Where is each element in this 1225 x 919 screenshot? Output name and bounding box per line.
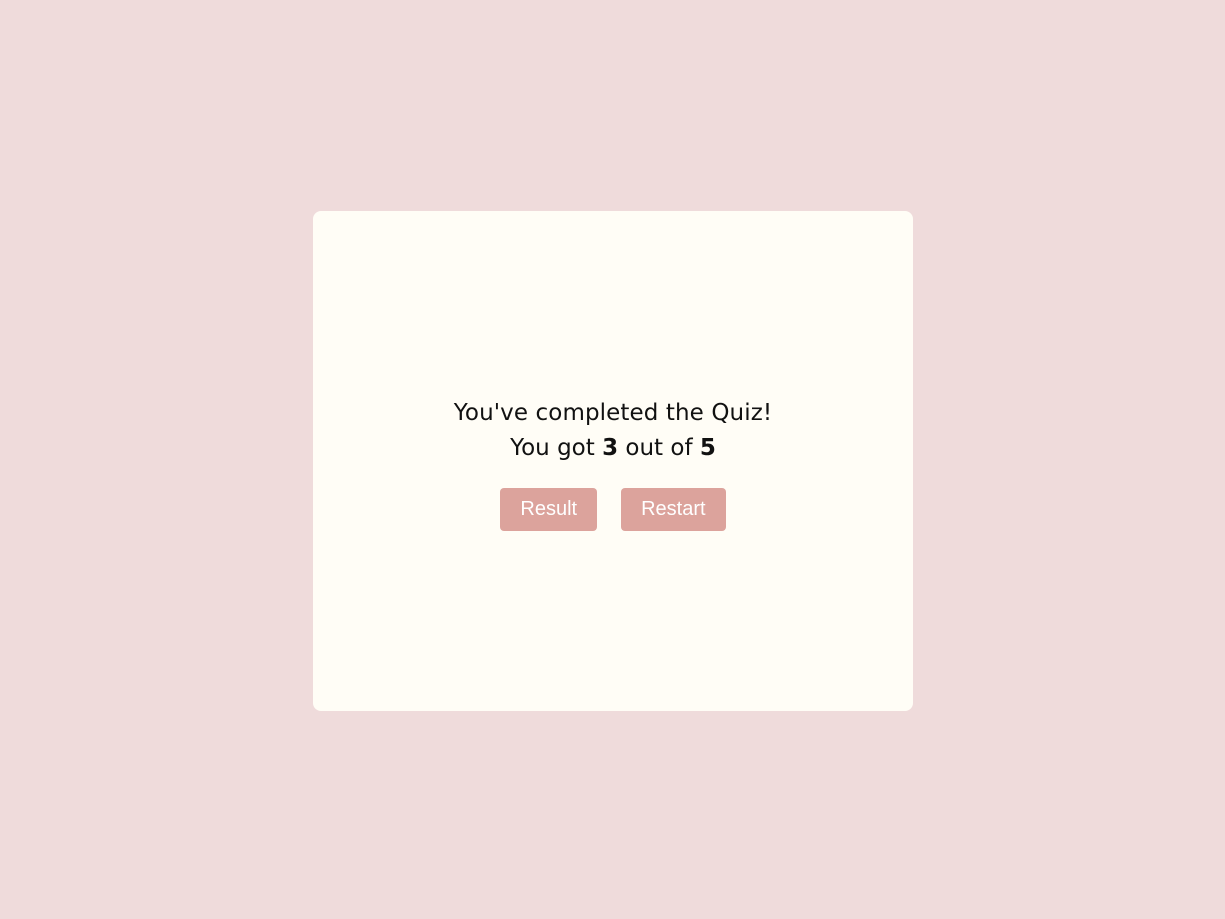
score-correct: 3 [602,434,619,461]
quiz-complete-panel: You've completed the Quiz! You got 3 out… [454,396,772,531]
completion-message: You've completed the Quiz! [453,399,773,426]
restart-button[interactable]: Restart [621,487,726,531]
quiz-card: You've completed the Quiz! You got 3 out… [313,211,913,711]
score-summary: You got 3 out of 5 [510,431,716,466]
result-button[interactable]: Result [500,487,598,531]
action-buttons: Result Restart [500,487,726,531]
score-total: 5 [699,434,716,461]
score-prefix: You got [510,434,603,461]
score-middle: out of [618,434,700,461]
